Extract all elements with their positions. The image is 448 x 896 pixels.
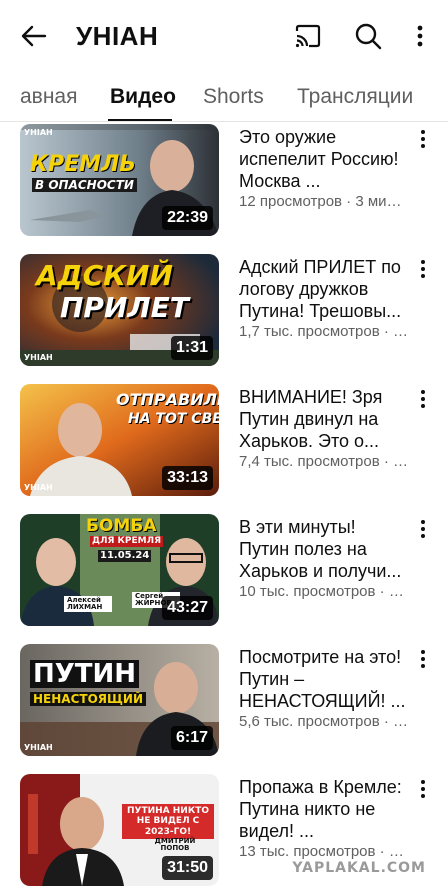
tab-live[interactable]: Трансляции <box>297 84 413 110</box>
video-meta: Пропажа в Кремле: Путина никто не видел!… <box>239 776 409 862</box>
more-vert-icon[interactable] <box>408 20 432 52</box>
video-item[interactable]: КРЕМЛЬ В ОПАСНОСТИ УНІАН 22:39 Это оружи… <box>0 124 448 236</box>
video-item[interactable]: АДСКИЙ ПРИЛЕТ УНІАН 1:31 Адский ПРИЛЕТ п… <box>0 254 448 366</box>
video-item[interactable]: ПУТИН НЕНАСТОЯЩИЙ УНІАН 6:17 Посмотрите … <box>0 644 448 756</box>
video-stats: 13 тыс. просмотров · 3... <box>239 843 409 860</box>
thumbnail-guest-name: ДМИТРИЙ ПОПОВ <box>154 837 196 852</box>
video-title[interactable]: Это оружие испепелит Россию! Москва ... <box>239 126 409 192</box>
video-duration: 1:31 <box>170 336 213 360</box>
active-tab-indicator <box>108 119 172 121</box>
video-thumbnail[interactable]: ОТПРАВИЛИ НА ТОТ СВЕТ УНІАН 33:13 <box>20 384 219 496</box>
search-icon[interactable] <box>352 20 384 52</box>
video-thumbnail[interactable]: БОМБА ДЛЯ КРЕМЛЯ 11.05.24 Алексей ЛИХМАН… <box>20 514 219 626</box>
channel-title: УНІАН <box>76 21 159 51</box>
video-menu-icon[interactable] <box>416 778 430 800</box>
thumbnail-headline: ПУТИН <box>30 660 140 688</box>
video-stats: 12 просмотров · 3 мину... <box>239 193 409 210</box>
video-menu-icon[interactable] <box>416 258 430 280</box>
thumbnail-headline: ПУТИНА НИКТО НЕ ВИДЕЛ С 2023-ГО! <box>122 804 214 840</box>
video-meta: Посмотрите на это! Путин – НЕНАСТОЯЩИЙ! … <box>239 646 409 732</box>
thumbnail-headline: КРЕМЛЬ <box>30 152 137 177</box>
video-thumbnail[interactable]: АДСКИЙ ПРИЛЕТ УНІАН 1:31 <box>20 254 219 366</box>
video-menu-icon[interactable] <box>416 128 430 150</box>
thumbnail-headline: БОМБА <box>86 516 157 536</box>
video-title[interactable]: Посмотрите на это! Путин – НЕНАСТОЯЩИЙ! … <box>239 646 409 712</box>
video-meta: Адский ПРИЛЕТ по логову дружков Путина! … <box>239 256 409 342</box>
video-duration: 33:13 <box>162 466 213 490</box>
tab-shorts[interactable]: Shorts <box>203 84 264 110</box>
channel-logo: УНІАН <box>24 128 53 137</box>
video-duration: 43:27 <box>162 596 213 620</box>
guest-name-label: Алексей ЛИХМАН <box>64 596 112 612</box>
video-item[interactable]: ОТПРАВИЛИ НА ТОТ СВЕТ УНІАН 33:13 ВНИМАН… <box>0 384 448 496</box>
video-stats: 5,6 тыс. просмотров · 3... <box>239 713 409 730</box>
channel-tabs: авная Видео Shorts Трансляции <box>0 72 448 122</box>
thumbnail-headline: АДСКИЙ <box>36 259 173 292</box>
video-stats: 1,7 тыс. просмотров · 1... <box>239 323 409 340</box>
video-duration: 31:50 <box>162 856 213 880</box>
video-meta: В эти минуты! Путин полез на Харьков и п… <box>239 516 409 602</box>
site-watermark: YAPLAKAL.COM <box>292 860 426 876</box>
video-meta: ВНИМАНИЕ! Зря Путин двинул на Харьков. Э… <box>239 386 409 472</box>
thumbnail-subheadline: НА ТОТ СВЕТ <box>128 411 219 427</box>
cast-icon[interactable] <box>292 20 324 52</box>
thumbnail-date: 11.05.24 <box>98 550 152 562</box>
app-bar: УНІАН <box>0 0 448 72</box>
thumbnail-subheadline: НЕНАСТОЯЩИЙ <box>30 692 146 706</box>
video-item[interactable]: БОМБА ДЛЯ КРЕМЛЯ 11.05.24 Алексей ЛИХМАН… <box>0 514 448 626</box>
back-arrow-icon[interactable] <box>18 20 50 52</box>
thumbnail-subheadline: ПРИЛЕТ <box>60 291 189 324</box>
video-thumbnail[interactable]: ПУТИНА НИКТО НЕ ВИДЕЛ С 2023-ГО! ДМИТРИЙ… <box>20 774 219 886</box>
channel-logo: УНІАН <box>24 353 53 362</box>
video-menu-icon[interactable] <box>416 388 430 410</box>
video-duration: 6:17 <box>170 726 213 750</box>
thumbnail-subheadline: В ОПАСНОСТИ <box>32 178 137 192</box>
video-menu-icon[interactable] <box>416 518 430 540</box>
video-thumbnail[interactable]: ПУТИН НЕНАСТОЯЩИЙ УНІАН 6:17 <box>20 644 219 756</box>
video-stats: 7,4 тыс. просмотров · 3... <box>239 453 409 470</box>
thumbnail-subheadline: ДЛЯ КРЕМЛЯ <box>90 536 164 547</box>
video-stats: 10 тыс. просмотров · 3... <box>239 583 409 600</box>
thumbnail-headline: ОТПРАВИЛИ <box>116 390 219 409</box>
video-menu-icon[interactable] <box>416 648 430 670</box>
video-title[interactable]: Пропажа в Кремле: Путина никто не видел!… <box>239 776 409 842</box>
tab-videos[interactable]: Видео <box>110 84 176 110</box>
channel-logo: УНІАН <box>24 483 53 492</box>
video-title[interactable]: В эти минуты! Путин полез на Харьков и п… <box>239 516 409 582</box>
tab-home[interactable]: авная <box>20 84 77 110</box>
video-meta: Это оружие испепелит Россию! Москва ... … <box>239 126 409 212</box>
video-title[interactable]: Адский ПРИЛЕТ по логову дружков Путина! … <box>239 256 409 322</box>
video-title[interactable]: ВНИМАНИЕ! Зря Путин двинул на Харьков. Э… <box>239 386 409 452</box>
channel-logo: УНІАН <box>24 743 53 752</box>
video-thumbnail[interactable]: КРЕМЛЬ В ОПАСНОСТИ УНІАН 22:39 <box>20 124 219 236</box>
video-duration: 22:39 <box>162 206 213 230</box>
